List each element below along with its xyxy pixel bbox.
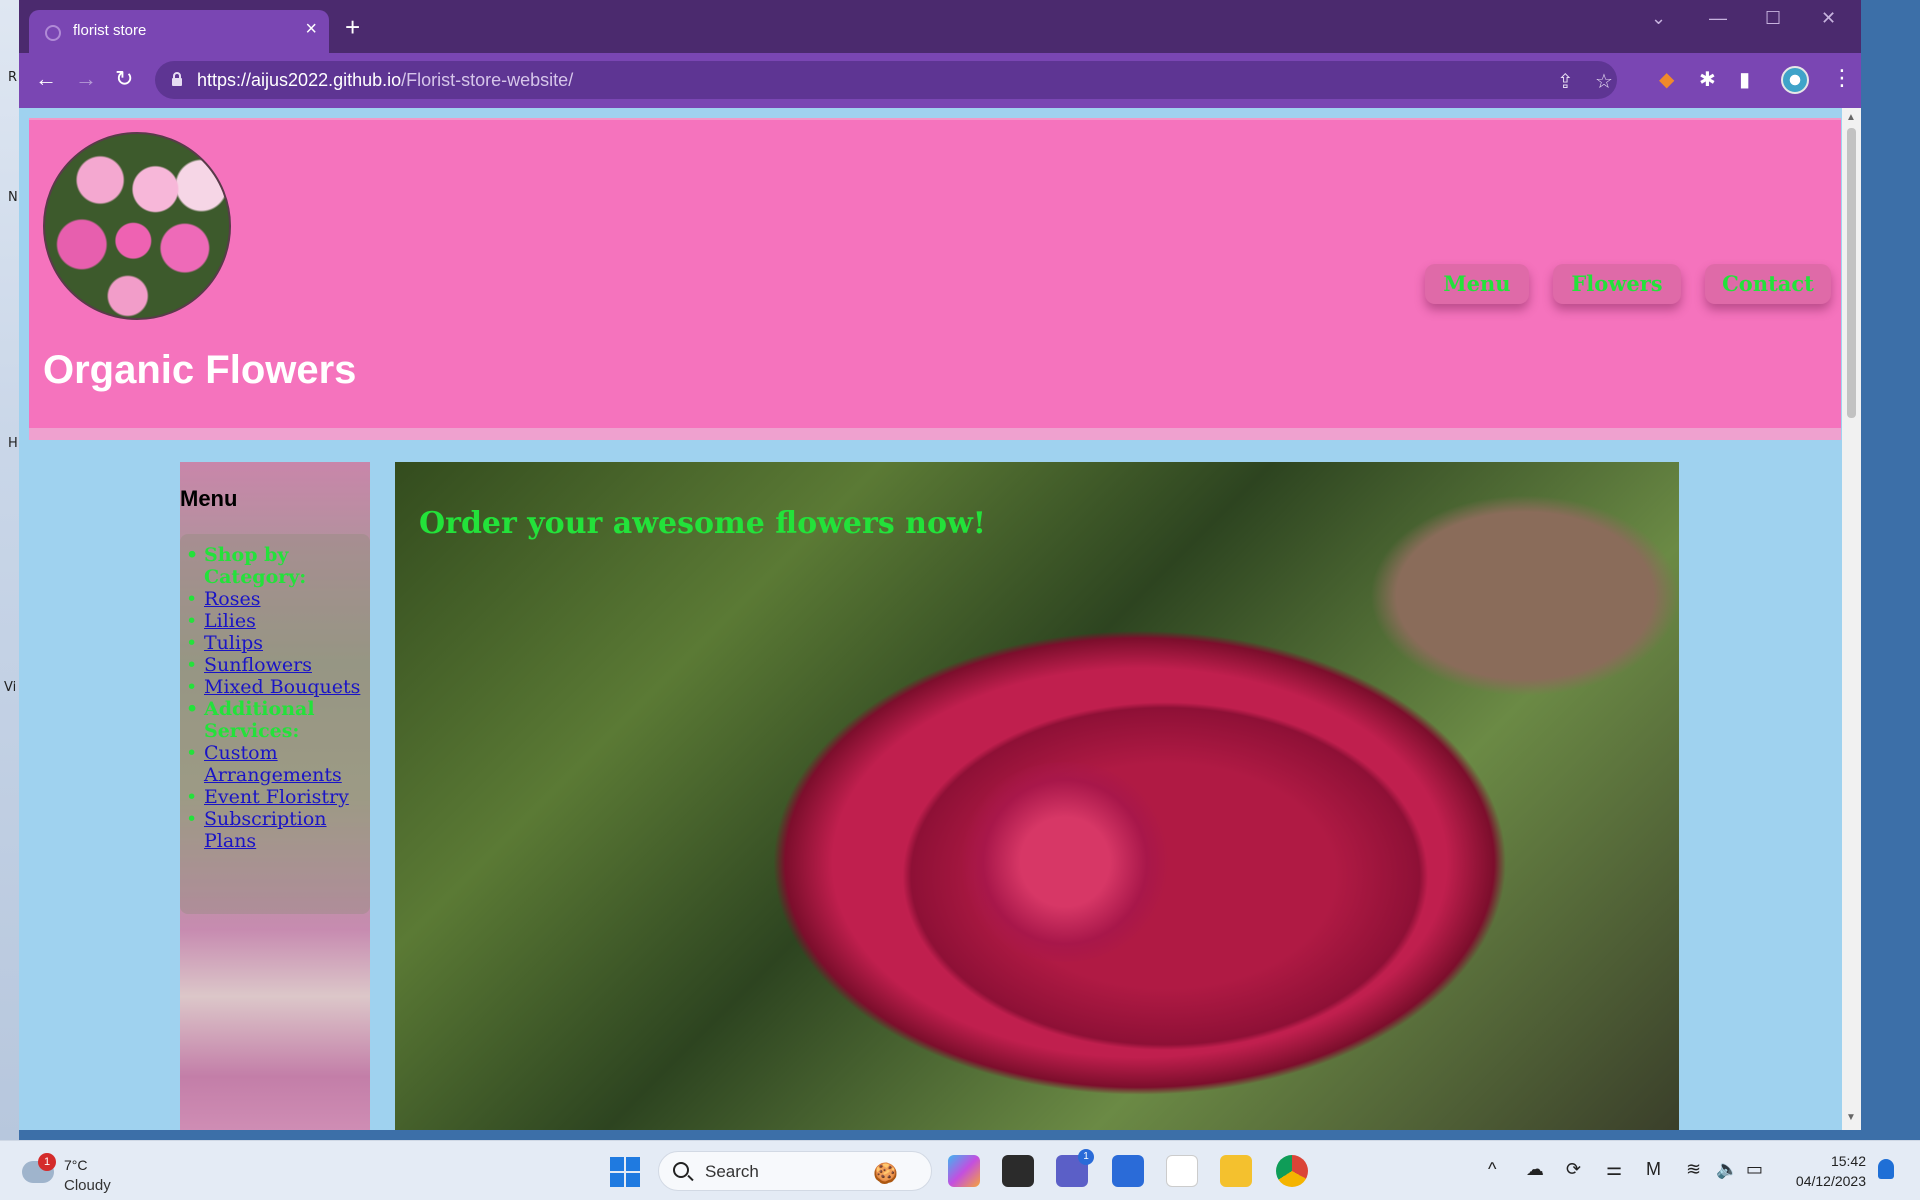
page-scrollbar[interactable]: ▲ ▼ bbox=[1842, 108, 1861, 1130]
weather-condition: Cloudy bbox=[64, 1177, 111, 1194]
notification-bell-icon[interactable] bbox=[1878, 1159, 1894, 1179]
custom-arrangements-link[interactable]: Custom Arrangements bbox=[204, 742, 342, 786]
sidebar-item-roses: Roses bbox=[186, 588, 364, 610]
browser-window: florist store × + ⌄ — ☐ ✕ ← → ↻ https://… bbox=[19, 0, 1861, 1130]
nav-contact-link[interactable]: Contact bbox=[1705, 264, 1831, 304]
weather-widget[interactable]: 1 7°C Cloudy bbox=[22, 1153, 112, 1194]
site-title: Organic Flowers bbox=[43, 348, 357, 392]
desktop-icon-label: N bbox=[8, 190, 18, 205]
desktop-background: R N H Vi bbox=[0, 0, 19, 1140]
logo-image bbox=[43, 132, 231, 320]
scroll-down-icon[interactable]: ▼ bbox=[1846, 1112, 1856, 1123]
teams-badge: 1 bbox=[1078, 1149, 1094, 1165]
new-tab-icon[interactable]: + bbox=[345, 14, 360, 40]
desktop-icon-label: Vi bbox=[4, 680, 17, 695]
nav-menu-link[interactable]: Menu bbox=[1425, 264, 1529, 304]
gmail-icon[interactable]: M bbox=[1646, 1159, 1661, 1180]
file-explorer-icon[interactable] bbox=[1220, 1155, 1252, 1187]
address-bar[interactable]: https://aijus2022.github.io/Florist-stor… bbox=[155, 61, 1617, 99]
side-panel-icon[interactable]: ▮ bbox=[1739, 67, 1750, 92]
maximize-icon[interactable]: ☐ bbox=[1765, 8, 1781, 29]
site-header: Organic Flowers Menu Flowers Contact bbox=[29, 118, 1841, 440]
scroll-thumb[interactable] bbox=[1847, 128, 1856, 418]
mixed-bouquets-link[interactable]: Mixed Bouquets bbox=[204, 676, 360, 698]
sidebar-category-services: Additional Services: bbox=[186, 698, 364, 742]
scroll-up-icon[interactable]: ▲ bbox=[1846, 112, 1856, 123]
sync-icon[interactable]: ⟳ bbox=[1566, 1159, 1581, 1180]
clock[interactable]: 15:42 04/12/2023 bbox=[1782, 1151, 1866, 1191]
share-icon[interactable]: ⇪ bbox=[1557, 69, 1574, 94]
volume-icon[interactable]: 🔈 bbox=[1716, 1159, 1738, 1180]
back-icon[interactable]: ← bbox=[35, 66, 57, 92]
search-highlight-icon: 🍪 bbox=[873, 1163, 898, 1185]
wifi-icon[interactable]: ≋ bbox=[1686, 1159, 1701, 1180]
page-viewport: Organic Flowers Menu Flowers Contact Men… bbox=[19, 108, 1842, 1130]
lock-icon bbox=[172, 72, 182, 86]
search-icon bbox=[673, 1162, 689, 1178]
task-view-icon[interactable] bbox=[1002, 1155, 1034, 1187]
metamask-extension-icon[interactable]: ◆ bbox=[1659, 67, 1674, 92]
profile-avatar-icon[interactable] bbox=[1781, 66, 1809, 94]
tulips-link[interactable]: Tulips bbox=[204, 632, 263, 654]
sidebar-category-shop: Shop by Category: bbox=[186, 544, 364, 588]
browser-toolbar: ← → ↻ https://aijus2022.github.io/Floris… bbox=[19, 53, 1861, 108]
sidebar-item-tulips: Tulips bbox=[186, 632, 364, 654]
sidebar-menu: Menu Shop by Category: Roses Lilies Tuli… bbox=[180, 462, 370, 1130]
hero-rose-image: Order your awesome flowers now! bbox=[395, 462, 1679, 1130]
nav-flowers-link[interactable]: Flowers bbox=[1553, 264, 1681, 304]
desktop-icon-label: H bbox=[8, 436, 18, 451]
close-tab-icon[interactable]: × bbox=[305, 19, 317, 39]
onedrive-icon[interactable]: ☁ bbox=[1526, 1159, 1544, 1180]
copilot-icon[interactable] bbox=[948, 1155, 980, 1187]
sidebar-list: Shop by Category: Roses Lilies Tulips Su… bbox=[186, 544, 364, 852]
url-host: https://aijus2022.github.io bbox=[197, 70, 402, 90]
sidebar-item-mixed-bouquets: Mixed Bouquets bbox=[186, 676, 364, 698]
lilies-link[interactable]: Lilies bbox=[204, 610, 256, 632]
url-text: https://aijus2022.github.io/Florist-stor… bbox=[197, 70, 573, 91]
windows-start-icon[interactable] bbox=[610, 1157, 640, 1187]
url-path: /Florist-store-website/ bbox=[401, 70, 574, 90]
search-label: Search bbox=[705, 1162, 759, 1181]
extensions-puzzle-icon[interactable]: ✱ bbox=[1699, 67, 1716, 92]
browser-tab[interactable]: florist store × bbox=[29, 10, 329, 53]
bookmark-star-icon[interactable]: ☆ bbox=[1595, 69, 1613, 94]
roses-link[interactable]: Roses bbox=[204, 588, 261, 610]
close-window-icon[interactable]: ✕ bbox=[1821, 8, 1836, 29]
sidebar-item-lilies: Lilies bbox=[186, 610, 364, 632]
desktop-icon-label: R bbox=[8, 70, 18, 85]
sidebar-item-custom-arrangements: Custom Arrangements bbox=[186, 742, 364, 786]
browser-menu-icon[interactable]: ⋮ bbox=[1831, 65, 1853, 91]
teams-chat-icon[interactable]: 1 bbox=[1056, 1149, 1094, 1187]
forward-icon[interactable]: → bbox=[75, 66, 97, 92]
sidebar-heading: Menu bbox=[180, 486, 238, 511]
weather-temperature: 7°C bbox=[64, 1157, 88, 1173]
sunflowers-link[interactable]: Sunflowers bbox=[204, 654, 312, 676]
settings-sliders-icon[interactable]: ⚌ bbox=[1606, 1159, 1622, 1180]
tab-strip: florist store × + ⌄ — ☐ ✕ bbox=[19, 0, 1861, 53]
clock-time: 15:42 bbox=[1830, 1153, 1866, 1169]
windows-taskbar: 1 7°C Cloudy Search 🍪 1 ^ ☁ ⟳ ⚌ M ≋ 🔈 ▭ … bbox=[0, 1140, 1920, 1200]
battery-icon[interactable]: ▭ bbox=[1746, 1159, 1763, 1180]
hero-tagline: Order your awesome flowers now! bbox=[419, 506, 986, 541]
sidebar-item-event-floristry: Event Floristry bbox=[186, 786, 364, 808]
sidebar-item-subscription-plans: Subscription Plans bbox=[186, 808, 364, 852]
reload-icon[interactable]: ↻ bbox=[115, 66, 133, 92]
clock-date: 04/12/2023 bbox=[1795, 1173, 1866, 1189]
event-floristry-link[interactable]: Event Floristry bbox=[204, 786, 349, 808]
subscription-plans-link[interactable]: Subscription Plans bbox=[204, 808, 327, 852]
taskbar-search[interactable]: Search 🍪 bbox=[658, 1151, 932, 1191]
tab-search-icon[interactable]: ⌄ bbox=[1651, 8, 1666, 29]
show-hidden-icons-icon[interactable]: ^ bbox=[1488, 1159, 1496, 1180]
favicon-icon bbox=[45, 25, 61, 41]
weather-alert-badge: 1 bbox=[38, 1153, 56, 1171]
sidebar-item-sunflowers: Sunflowers bbox=[186, 654, 364, 676]
app-icon[interactable] bbox=[1166, 1155, 1198, 1187]
chrome-icon[interactable] bbox=[1276, 1155, 1308, 1187]
microsoft-store-icon[interactable] bbox=[1112, 1155, 1144, 1187]
minimize-icon[interactable]: — bbox=[1709, 8, 1727, 29]
tab-title: florist store bbox=[73, 22, 147, 39]
rose-center bbox=[955, 762, 1175, 962]
sidebar-list-panel: Shop by Category: Roses Lilies Tulips Su… bbox=[180, 534, 370, 914]
